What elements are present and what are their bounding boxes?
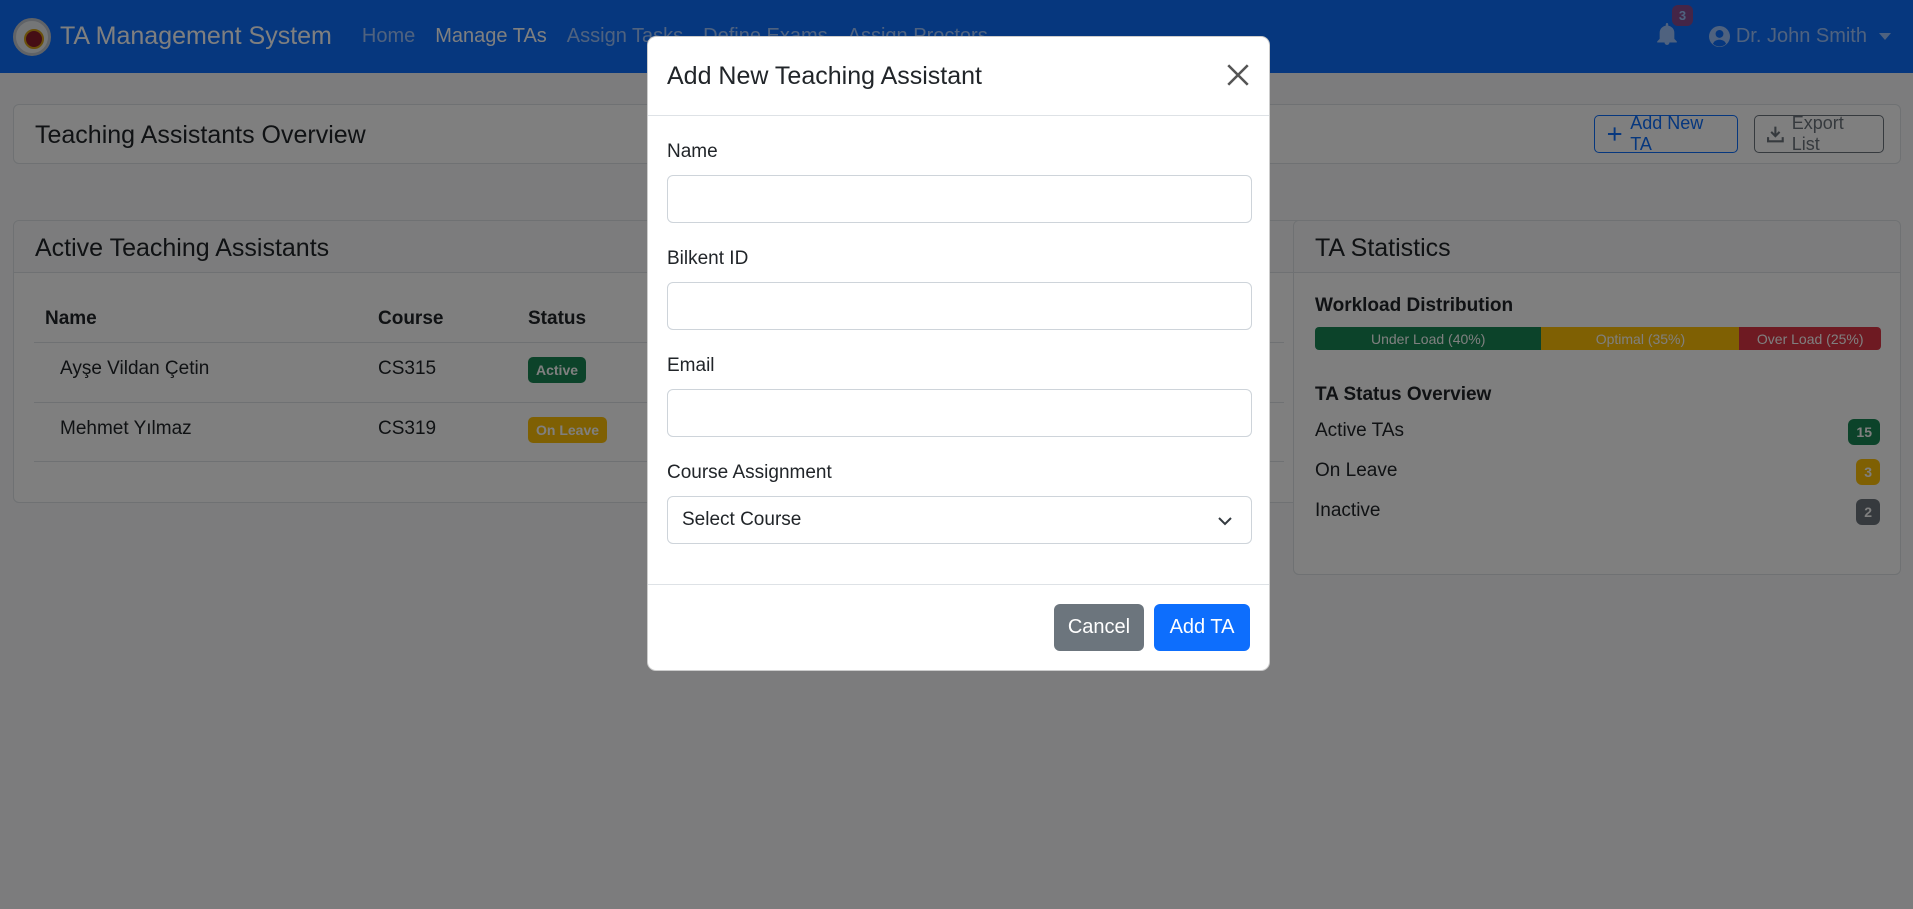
course-select[interactable]: Select Course — [667, 496, 1252, 544]
modal-title: Add New Teaching Assistant — [667, 62, 983, 90]
modal-header: Add New Teaching Assistant — [648, 37, 1269, 116]
close-icon[interactable] — [1225, 62, 1251, 88]
chevron-down-icon — [1218, 517, 1232, 526]
name-input[interactable] — [667, 175, 1252, 223]
bilkent-id-label: Bilkent ID — [667, 248, 749, 269]
email-label: Email — [667, 355, 715, 376]
cancel-button[interactable]: Cancel — [1054, 604, 1144, 651]
add-ta-modal: Add New Teaching Assistant Name Bilkent … — [647, 36, 1270, 671]
name-label: Name — [667, 141, 718, 162]
add-ta-button[interactable]: Add TA — [1154, 604, 1250, 651]
bilkent-id-input[interactable] — [667, 282, 1252, 330]
course-assignment-label: Course Assignment — [667, 462, 832, 483]
email-input[interactable] — [667, 389, 1252, 437]
modal-footer: Cancel Add TA — [648, 584, 1269, 672]
course-select-value: Select Course — [682, 509, 802, 530]
